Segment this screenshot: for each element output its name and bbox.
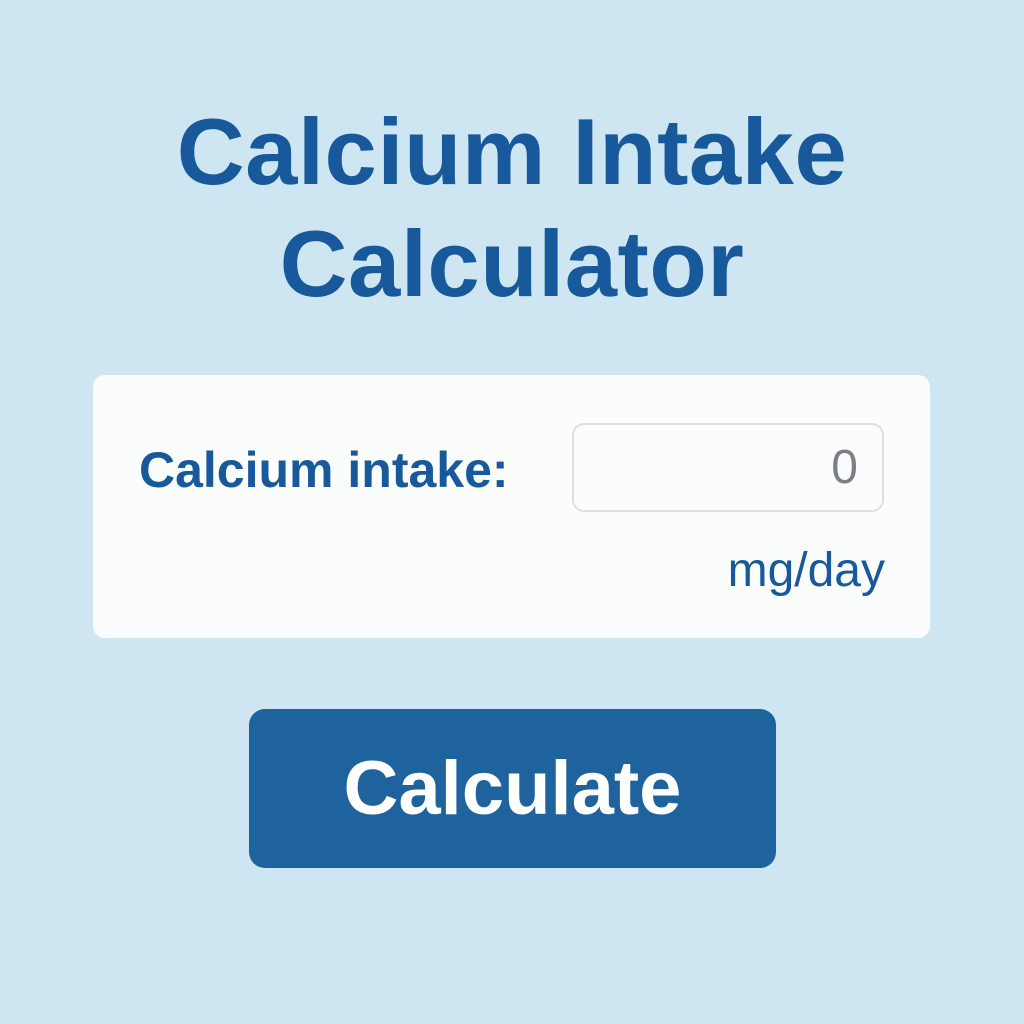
calcium-calculator-app: Calcium Intake Calculator Calcium intake… xyxy=(0,0,1024,1024)
page-title: Calcium Intake Calculator xyxy=(0,96,1024,320)
title-line-2: Calculator xyxy=(279,211,745,316)
title-line-1: Calcium Intake xyxy=(176,99,848,204)
calculate-button[interactable]: Calculate xyxy=(249,709,776,868)
unit-label: mg/day xyxy=(727,544,885,597)
calcium-intake-label: Calcium intake: xyxy=(139,442,509,498)
calcium-input-card: Calcium intake: mg/day xyxy=(93,375,930,638)
calcium-intake-input[interactable] xyxy=(572,423,884,512)
